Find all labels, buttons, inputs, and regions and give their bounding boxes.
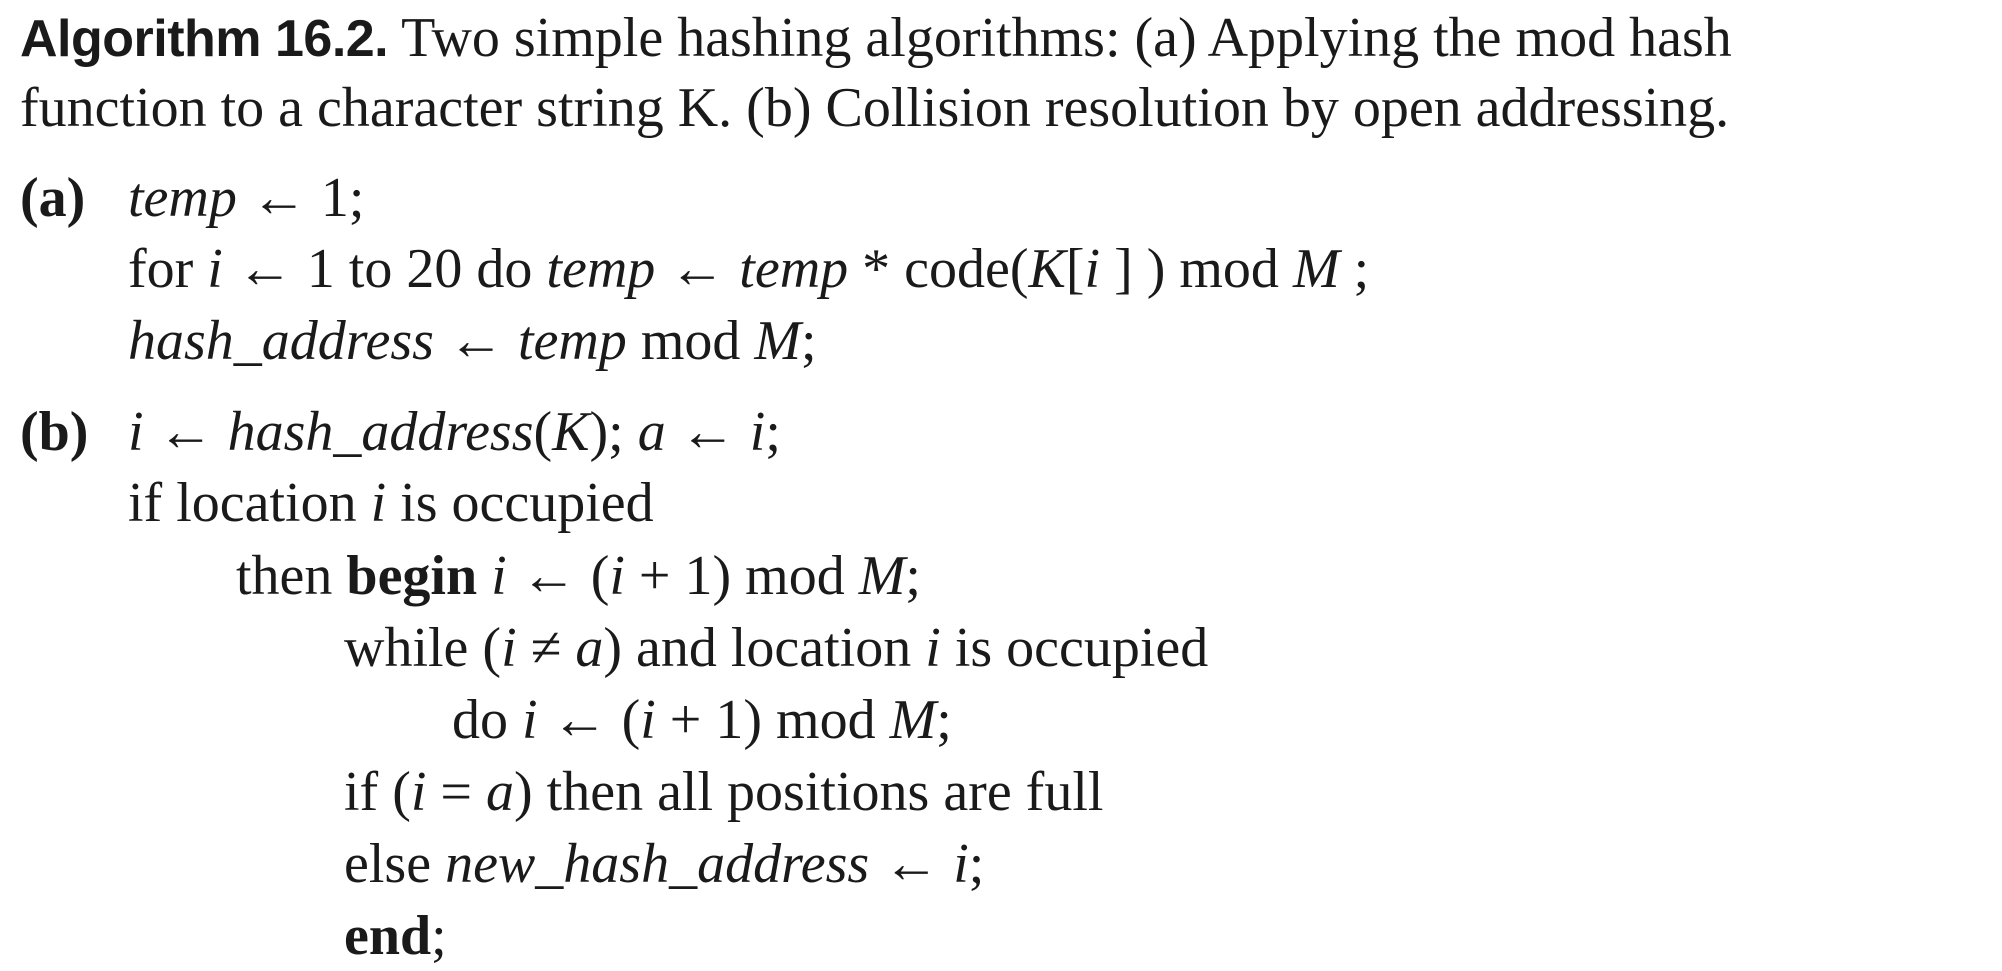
code-line-b5: if (i = a) then all positions are full <box>344 764 1103 820</box>
code-segment: i <box>207 238 223 300</box>
code-segment: M <box>889 689 937 751</box>
part-a-label: (a) <box>20 167 86 229</box>
code-segment: K <box>1028 238 1066 300</box>
code-segment: ; <box>968 833 985 895</box>
code-segment: ≠ <box>516 617 576 679</box>
code-segment: mod <box>626 310 755 372</box>
code-segment: M <box>858 545 906 607</box>
code-segment: temp <box>517 310 627 372</box>
code-line-a0: temp ← 1; <box>128 170 364 226</box>
code-segment: i <box>609 545 625 607</box>
code-segment: ; <box>936 689 952 751</box>
code-segment: i <box>370 472 387 534</box>
caption-title: Algorithm 16.2. <box>20 10 389 68</box>
code-segment: ; <box>905 545 921 607</box>
code-line-b4: do i ← (i + 1) mod M; <box>452 692 952 748</box>
part-b-label: (b) <box>20 401 89 463</box>
code-line-b6: else new_hash_address ← i; <box>344 836 984 892</box>
code-segment: temp <box>128 167 237 229</box>
code-segment: if location <box>128 472 371 534</box>
code-segment: end <box>344 905 432 967</box>
code-segment: then <box>236 545 347 607</box>
code-segment: i <box>640 689 656 751</box>
code-segment: M <box>754 310 802 372</box>
code-segment: ); <box>589 401 638 463</box>
code-segment: while ( <box>344 617 502 679</box>
code-segment: do <box>452 689 522 751</box>
code-segment: hash_address <box>227 401 534 463</box>
code-segment: begin <box>346 545 478 607</box>
code-segment: ← <box>869 833 954 895</box>
code-segment: hash_address <box>128 310 434 372</box>
caption-line-1: Algorithm 16.2. Two simple hashing algor… <box>20 10 1732 66</box>
code-segment: + 1) mod <box>624 545 859 607</box>
code-segment: ← ( <box>506 545 610 607</box>
code-segment: ; <box>1339 238 1370 300</box>
code-segment: ( <box>533 401 553 463</box>
code-segment: ; <box>801 310 817 372</box>
code-segment: i <box>1084 238 1101 300</box>
code-segment: i <box>128 401 144 463</box>
code-segment: i <box>749 401 766 463</box>
code-line-b1: if location i is occupied <box>128 475 654 531</box>
code-segment: ← 1; <box>236 167 365 229</box>
code-segment: i <box>501 617 517 679</box>
code-segment: ← <box>665 401 750 463</box>
code-segment: ) and location <box>603 617 926 679</box>
caption-text-1: Two simple hashing algorithms: (a) Apply… <box>401 7 1732 69</box>
code-segment: = <box>426 761 487 823</box>
code-segment: ← 1 to 20 do <box>222 238 547 300</box>
code-segment: * code( <box>848 238 1029 300</box>
code-segment: a <box>637 401 666 463</box>
code-line-a1: for i ← 1 to 20 do temp ← temp * code(K[… <box>128 241 1369 297</box>
code-segment: i <box>522 689 538 751</box>
code-line-b2: then begin i ← (i + 1) mod M; <box>236 548 921 604</box>
code-segment: K <box>552 401 590 463</box>
algorithm-figure: Algorithm 16.2. Two simple hashing algor… <box>0 0 2002 971</box>
code-segment: i <box>925 617 941 679</box>
caption-line-2: function to a character string K. (b) Co… <box>20 80 1729 136</box>
code-segment: ← ( <box>537 689 641 751</box>
code-segment: [ <box>1065 238 1085 300</box>
code-segment: M <box>1292 238 1340 300</box>
code-segment: + 1) mod <box>655 689 890 751</box>
code-line-a2: hash_address ← temp mod M; <box>128 313 817 369</box>
code-segment: else <box>344 833 446 895</box>
code-segment: i <box>410 761 427 823</box>
code-segment: ← <box>433 310 518 372</box>
code-segment: i <box>953 833 969 895</box>
code-segment: ← <box>143 401 228 463</box>
code-line-b3: while (i ≠ a) and location i is occupied <box>344 620 1208 676</box>
code-segment: ← <box>655 238 740 300</box>
code-segment: temp <box>739 238 849 300</box>
code-segment: for <box>128 238 208 300</box>
code-line-b7: end; <box>344 908 447 964</box>
code-segment: a <box>486 761 515 823</box>
code-segment: ] ) mod <box>1100 238 1293 300</box>
code-segment: ; <box>765 401 781 463</box>
code-segment: temp <box>546 238 656 300</box>
caption-text-2: function to a character string K. (b) Co… <box>20 77 1730 139</box>
code-segment: ; <box>431 905 447 967</box>
code-segment: is occupied <box>940 617 1209 679</box>
code-segment: if ( <box>344 761 411 823</box>
code-segment: i <box>491 545 507 607</box>
code-segment: new_hash_address <box>445 833 870 895</box>
code-segment: ) then all positions are full <box>514 761 1104 823</box>
code-line-b0: i ← hash_address(K); a ← i; <box>128 404 781 460</box>
code-segment: is occupied <box>386 472 654 534</box>
code-segment: a <box>575 617 604 679</box>
